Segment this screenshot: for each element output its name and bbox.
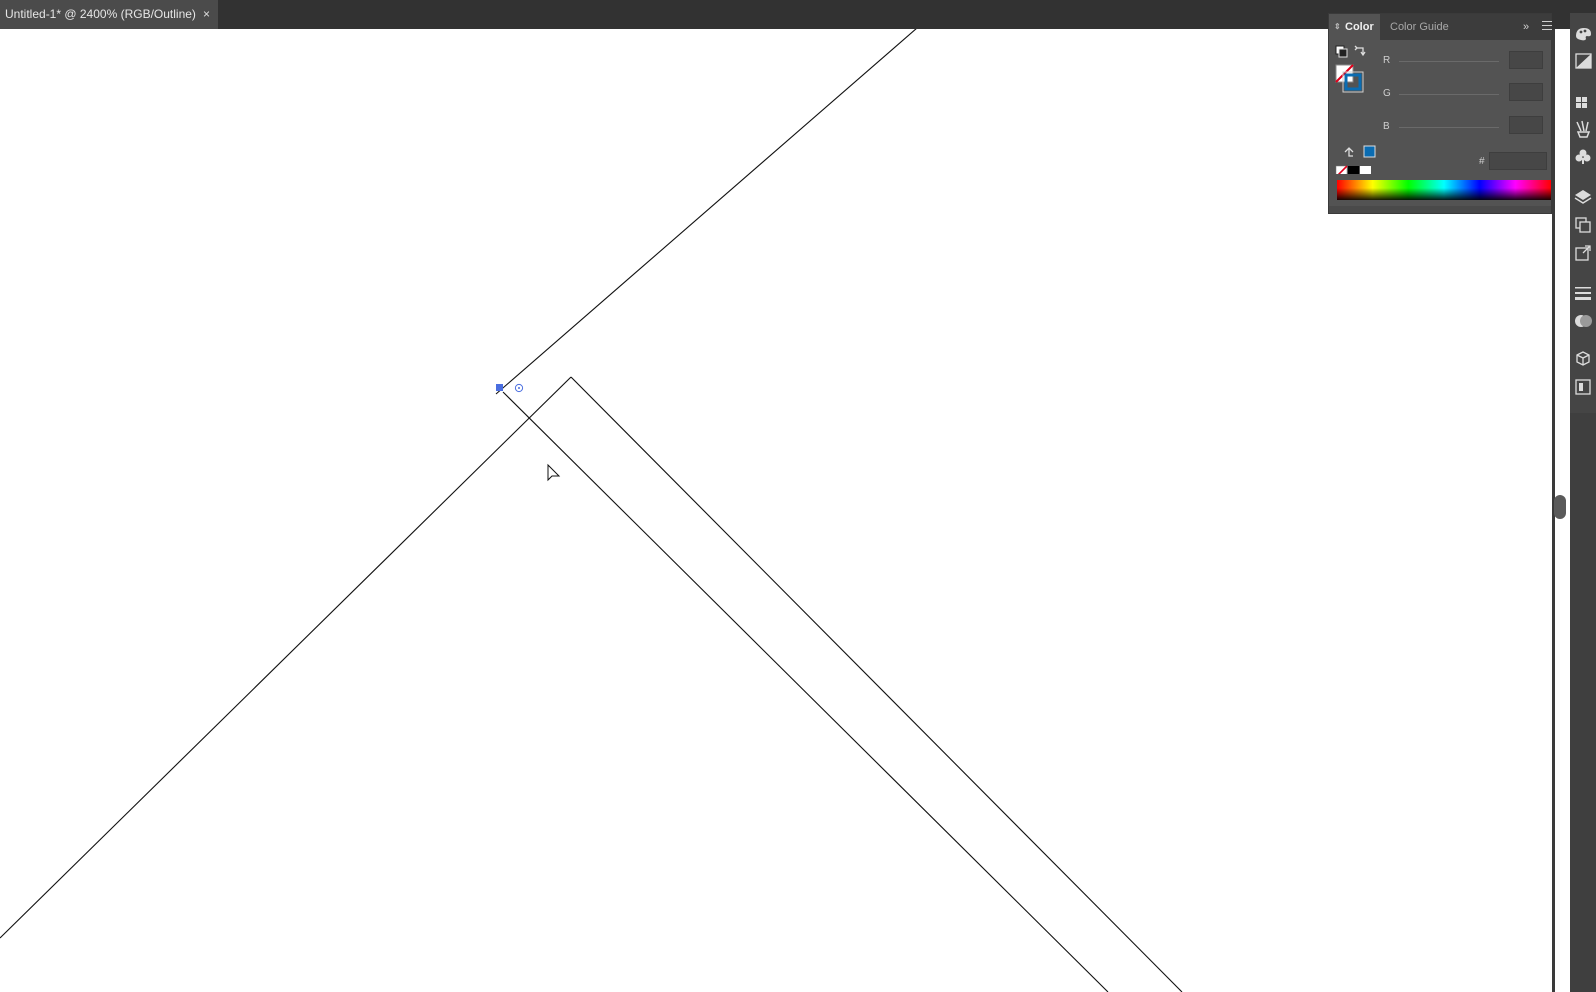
white-swatch[interactable] bbox=[1360, 166, 1371, 174]
layers-icon[interactable] bbox=[1573, 187, 1593, 207]
swap-fill-stroke-icon[interactable] bbox=[1354, 45, 1366, 57]
fill-stroke-controls bbox=[1335, 45, 1376, 174]
slider-g[interactable] bbox=[1399, 94, 1499, 95]
symbols-icon[interactable] bbox=[1573, 147, 1593, 167]
panel-menu-icon[interactable] bbox=[1542, 21, 1552, 33]
center-point-dot bbox=[518, 387, 520, 389]
collapse-panel-icon[interactable]: » bbox=[1523, 14, 1529, 40]
stroke-icon[interactable] bbox=[1573, 283, 1593, 303]
hex-input[interactable] bbox=[1489, 152, 1547, 170]
slider-r[interactable] bbox=[1399, 61, 1499, 62]
right-dock-empty bbox=[1570, 413, 1596, 992]
right-dock bbox=[1570, 13, 1596, 413]
panel-resize-grip[interactable] bbox=[1329, 206, 1551, 213]
hex-label: # bbox=[1479, 156, 1485, 167]
scrollbar-thumb[interactable] bbox=[1554, 495, 1566, 519]
tab-color[interactable]: ⇕ Color bbox=[1329, 14, 1380, 40]
cursor-arrow-icon bbox=[547, 463, 561, 482]
links-icon[interactable] bbox=[1573, 243, 1593, 263]
slider-r-input[interactable] bbox=[1509, 51, 1543, 69]
3d-icon[interactable] bbox=[1573, 349, 1593, 369]
document-tab-title: Untitled-1* @ 2400% (RGB/Outline) bbox=[5, 7, 196, 21]
slider-r-label: R bbox=[1383, 55, 1391, 66]
tab-color-guide-label: Color Guide bbox=[1390, 21, 1449, 33]
web-safe-swatch[interactable] bbox=[1363, 145, 1376, 158]
tab-color-label: Color bbox=[1345, 21, 1374, 33]
brushes-icon[interactable] bbox=[1573, 119, 1593, 139]
slider-g-label: G bbox=[1383, 88, 1391, 99]
color-icon[interactable] bbox=[1573, 23, 1593, 43]
default-fill-stroke-icon[interactable] bbox=[1335, 45, 1348, 58]
color-panel-tabs: ⇕ Color Color Guide » bbox=[1329, 14, 1552, 40]
black-swatch[interactable] bbox=[1348, 166, 1359, 174]
tab-color-guide[interactable]: Color Guide bbox=[1380, 14, 1475, 40]
transparency-icon[interactable] bbox=[1573, 311, 1593, 331]
libraries-icon[interactable] bbox=[1573, 377, 1593, 397]
slider-g-input[interactable] bbox=[1509, 83, 1543, 101]
path-segment-left[interactable] bbox=[0, 376, 572, 939]
tab-expand-icon[interactable]: ⇕ bbox=[1334, 14, 1341, 40]
path-segment-upper[interactable] bbox=[495, 29, 917, 395]
path-segment-right-inner[interactable] bbox=[502, 391, 1109, 992]
slider-b[interactable] bbox=[1399, 127, 1499, 128]
swatches-icon[interactable] bbox=[1573, 93, 1593, 113]
artboards-icon[interactable] bbox=[1573, 215, 1593, 235]
slider-b-label: B bbox=[1383, 121, 1390, 132]
artwork-outline[interactable] bbox=[0, 29, 1555, 992]
document-tab[interactable]: Untitled-1* @ 2400% (RGB/Outline) × bbox=[0, 0, 218, 29]
anchor-point[interactable] bbox=[496, 384, 503, 391]
color-spectrum[interactable] bbox=[1337, 180, 1551, 200]
close-icon[interactable]: × bbox=[203, 0, 210, 29]
none-swatch[interactable] bbox=[1335, 165, 1348, 174]
color-panel: ⇕ Color Color Guide » R G B # bbox=[1328, 13, 1552, 214]
slider-b-input[interactable] bbox=[1509, 116, 1543, 134]
gradient-icon[interactable] bbox=[1573, 51, 1593, 71]
out-of-gamut-icon[interactable] bbox=[1344, 147, 1354, 157]
artboard-canvas[interactable] bbox=[0, 29, 1555, 992]
path-segment-right-outer[interactable] bbox=[570, 376, 1183, 992]
